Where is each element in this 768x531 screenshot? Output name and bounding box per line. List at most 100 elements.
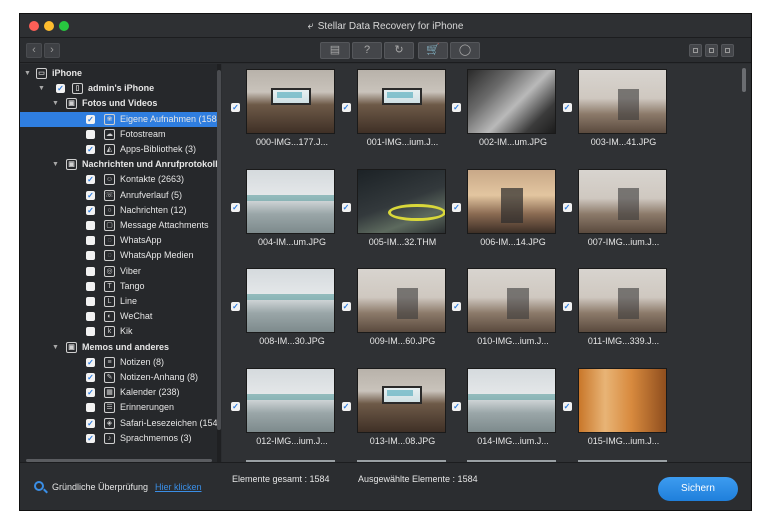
thumbnail-checkbox[interactable]: ✓: [341, 302, 351, 311]
checkbox[interactable]: ✓: [86, 312, 95, 322]
sidebar-item-voice-memo[interactable]: ✓ ♪ Sprachmemos (3): [20, 431, 217, 446]
checkbox[interactable]: ✓: [56, 84, 65, 94]
checkbox[interactable]: ✓: [86, 297, 95, 306]
thumbnail-item[interactable]: ✓ 009-IM...60.JPG: [333, 265, 446, 365]
sidebar-item-messages[interactable]: ✓ ○ Nachrichten (12): [20, 203, 217, 218]
list-view-button[interactable]: [705, 44, 718, 57]
grid-scroll-thumb[interactable]: [742, 68, 746, 92]
thumbnail-item[interactable]: ✓ 010-IMG...ium.J...: [443, 265, 556, 365]
sidebar-item-camera-roll[interactable]: ✓ ❀ Eigene Aufnahmen (1584): [20, 111, 217, 127]
sidebar-item-notes[interactable]: ✓ ≡ Notizen (8): [20, 355, 217, 370]
sidebar-item-line[interactable]: ✓ L Line: [20, 294, 217, 309]
thumbnail-checkbox[interactable]: ✓: [562, 302, 572, 311]
checkbox[interactable]: ✓: [86, 266, 95, 276]
grid-view-button[interactable]: [689, 44, 702, 57]
tree-group-2[interactable]: ▼ ▣ Memos und anderes: [20, 340, 217, 355]
sidebar-item-reminders[interactable]: ✓ ☰ Erinnerungen: [20, 400, 217, 415]
thumbnail-image[interactable]: [577, 367, 667, 433]
checkbox[interactable]: ✓: [86, 190, 95, 200]
checkbox[interactable]: ✓: [86, 357, 95, 367]
checkbox[interactable]: ✓: [86, 373, 95, 382]
thumbnail-item[interactable]: ✓ 004-IM...um.JPG: [222, 166, 335, 266]
sidebar-item-note-attachment[interactable]: ✓ ✎ Notizen-Anhang (8): [20, 370, 217, 385]
thumbnail-item[interactable]: ✓ 001-IMG...ium.J...: [333, 66, 446, 166]
thumbnail-image[interactable]: [467, 268, 556, 333]
preview-view-button[interactable]: [721, 44, 734, 57]
thumbnail-item[interactable]: ✓ 008-IM...30.JPG: [222, 265, 335, 365]
deep-scan-link[interactable]: Hier klicken: [155, 482, 202, 492]
thumbnail-image[interactable]: [246, 268, 335, 333]
sidebar-item-tango[interactable]: ✓ T Tango: [20, 279, 217, 294]
checkbox[interactable]: ✓: [86, 175, 95, 185]
sidebar-item-attachment[interactable]: ✓ ▢ Message Attachments: [20, 218, 217, 233]
sidebar-item-calendar[interactable]: ✓ ▦ Kalender (238): [20, 385, 217, 400]
thumbnail-checkbox[interactable]: ✓: [341, 202, 351, 212]
thumbnail-image[interactable]: [467, 367, 556, 433]
thumbnail-image[interactable]: [246, 168, 335, 234]
tree-root-iphone[interactable]: ▼ ▭ iPhone: [20, 66, 217, 81]
thumbnail-image[interactable]: [577, 168, 667, 234]
thumbnail-item[interactable]: ✓ 005-IM...32.THM: [333, 166, 446, 266]
thumbnail-image[interactable]: [356, 168, 446, 234]
recover-button[interactable]: Sichern: [658, 477, 738, 501]
sidebar-item-contacts[interactable]: ✓ ☺ Kontakte (2663): [20, 172, 217, 187]
expand-triangle-icon[interactable]: ▼: [52, 157, 59, 172]
thumbnail-image[interactable]: [246, 69, 335, 134]
thumbnail-image[interactable]: [246, 367, 335, 433]
thumbnail-item[interactable]: ✓ 003-IM...41.JPG: [554, 66, 667, 166]
thumbnail-item[interactable]: ✓ 015-IMG...ium.J...: [554, 365, 667, 463]
expand-triangle-icon[interactable]: ▼: [52, 96, 59, 111]
expand-triangle-icon[interactable]: ▼: [52, 340, 59, 355]
tree-group-0[interactable]: ▼ ▣ Fotos und Videos: [20, 96, 217, 111]
thumbnail-item[interactable]: ✓ 011-IMG...339.J...: [554, 265, 667, 365]
thumbnail-checkbox[interactable]: ✓: [452, 103, 461, 112]
sidebar-item-call-history[interactable]: ✓ ☏ Anrufverlauf (5): [20, 188, 217, 203]
sidebar-item-app-library[interactable]: ✓ ◭ Apps-Bibliothek (3): [20, 142, 217, 157]
thumbnail-item[interactable]: ✓ 006-IM...14.JPG: [443, 166, 556, 266]
thumbnail-checkbox[interactable]: ✓: [562, 103, 572, 112]
thumbnail-checkbox[interactable]: ✓: [562, 202, 572, 212]
thumbnail-item[interactable]: ✓ 007-IMG...ium.J...: [554, 166, 667, 266]
thumbnail-image[interactable]: [467, 69, 556, 134]
help-button[interactable]: ?: [352, 42, 382, 59]
thumbnail-checkbox[interactable]: ✓: [341, 401, 351, 411]
checkbox[interactable]: ✓: [86, 418, 95, 428]
thumbnail-item[interactable]: ✓ 000-IMG...177.J...: [222, 66, 335, 166]
thumbnail-item[interactable]: ✓ 014-IMG...ium.J...: [443, 365, 556, 463]
tree-group-1[interactable]: ▼ ▣ Nachrichten und Anrufprotokolle: [20, 157, 217, 172]
grid-scrollbar[interactable]: [742, 66, 747, 460]
thumbnail-image[interactable]: [577, 268, 667, 333]
thumbnail-checkbox[interactable]: ✓: [562, 401, 572, 411]
expand-triangle-icon[interactable]: ▼: [38, 81, 45, 96]
sidebar-item-viber[interactable]: ✓ ◎ Viber: [20, 264, 217, 279]
expand-triangle-icon[interactable]: ▼: [24, 66, 31, 81]
thumbnail-item[interactable]: ✓ 012-IMG...ium.J...: [222, 365, 335, 463]
sidebar-item-whatsapp[interactable]: ✓ ◌ WhatsApp: [20, 233, 217, 248]
checkbox[interactable]: ✓: [86, 388, 95, 398]
thumbnail-checkbox[interactable]: ✓: [341, 103, 351, 112]
tree-device[interactable]: ▼ ✓ ▯ admin's iPhone: [20, 81, 217, 96]
sidebar-item-whatsapp-media[interactable]: ✓ ◌ WhatsApp Medien: [20, 248, 217, 263]
thumbnail-image[interactable]: [356, 367, 446, 433]
checkbox[interactable]: ✓: [86, 433, 95, 443]
sidebar-scroll-thumb[interactable]: [217, 70, 221, 430]
thumbnail-image[interactable]: [577, 69, 667, 134]
checkbox[interactable]: ✓: [86, 129, 95, 139]
thumbnail-checkbox[interactable]: ✓: [452, 202, 461, 212]
checkbox[interactable]: ✓: [86, 327, 95, 337]
sidebar-item-safari[interactable]: ✓ ◈ Safari-Lesezeichen (154): [20, 416, 217, 431]
cart-button[interactable]: 🛒: [418, 42, 448, 59]
sidebar-item-photostream[interactable]: ✓ ☁ Fotostream: [20, 127, 217, 142]
thumbnail-image[interactable]: [356, 268, 446, 333]
checkbox[interactable]: ✓: [86, 281, 95, 291]
thumbnail-image[interactable]: [467, 168, 556, 234]
checkbox[interactable]: ✓: [86, 251, 95, 261]
save-button[interactable]: ▤: [320, 42, 350, 59]
thumbnail-checkbox[interactable]: ✓: [452, 302, 461, 311]
thumbnail-checkbox[interactable]: ✓: [231, 103, 240, 112]
checkbox[interactable]: ✓: [86, 403, 95, 413]
user-button[interactable]: ◯: [450, 42, 480, 59]
checkbox[interactable]: ✓: [86, 114, 95, 124]
nav-forward-button[interactable]: ›: [44, 43, 60, 58]
checkbox[interactable]: ✓: [86, 221, 95, 230]
